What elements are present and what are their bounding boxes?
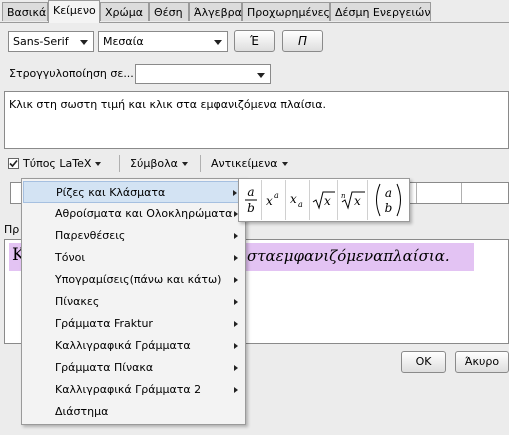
tab-bar: Βασικά Κείμενο Χρώμα Θέση Άλγεβρα Προχωρ… bbox=[0, 0, 509, 23]
latex-toggle[interactable]: Τύπος LaTeX bbox=[23, 156, 102, 172]
svg-text:x: x bbox=[290, 192, 297, 206]
chevron-down-icon bbox=[181, 162, 188, 166]
chevron-down-icon bbox=[80, 40, 88, 45]
toolbar-divider bbox=[200, 155, 201, 172]
submenu-arrow-icon bbox=[234, 299, 238, 305]
menu-item-label: Αθροίσματα και Ολοκληρώματα bbox=[55, 207, 233, 220]
menu-item-space[interactable]: Διάστημα bbox=[23, 401, 244, 423]
font-family-select[interactable]: Sans-Serif bbox=[8, 31, 94, 52]
latex-checkbox[interactable] bbox=[8, 158, 19, 169]
menu-item-label: Καλλιγραφικά Γράμματα 2 bbox=[55, 383, 202, 396]
superscript-symbol: x a bbox=[266, 191, 279, 208]
svg-text:n: n bbox=[341, 192, 346, 200]
objects-label: Αντικείμενα bbox=[211, 157, 278, 170]
menu-item-sums-integrals[interactable]: Αθροίσματα και Ολοκληρώματα bbox=[23, 203, 244, 225]
submenu-arrow-icon bbox=[234, 343, 238, 349]
nthroot-symbol: n x bbox=[341, 191, 365, 210]
subscript-symbol: x a bbox=[290, 192, 303, 209]
menu-item-accents[interactable]: Τόνοι bbox=[23, 247, 244, 269]
submenu-arrow-icon bbox=[234, 387, 238, 393]
menu-item-label: Πίνακες bbox=[55, 295, 100, 308]
svg-text:b: b bbox=[385, 201, 393, 215]
fraction-symbol: a b bbox=[245, 185, 257, 215]
svg-text:b: b bbox=[247, 201, 255, 215]
italic-button[interactable]: Π bbox=[282, 30, 323, 52]
nth-root-x-icon[interactable]: n x bbox=[338, 180, 368, 220]
menu-item-blackboard[interactable]: Γράμματα Πίνακα bbox=[23, 357, 244, 379]
menu-item-underlines[interactable]: Υπογραμίσεις(πάνω και κάτω) bbox=[23, 269, 244, 291]
chevron-down-icon bbox=[214, 40, 222, 45]
menu-item-calligraphic-2[interactable]: Καλλιγραφικά Γράμματα 2 bbox=[23, 379, 244, 401]
symbols-label: Σύμβολα bbox=[130, 157, 178, 170]
menu-item-label: Καλλιγραφικά Γράμματα bbox=[55, 339, 191, 352]
menu-item-label: Διάστημα bbox=[55, 405, 109, 418]
roots-fractions-submenu: a b x a x a x n x a b bbox=[238, 178, 410, 222]
svg-text:a: a bbox=[298, 200, 303, 209]
menu-item-matrices[interactable]: Πίνακες bbox=[23, 291, 244, 313]
binomial-a-b-icon[interactable]: a b bbox=[368, 180, 409, 220]
tab-basic[interactable]: Βασικά bbox=[2, 2, 48, 21]
checkmark-icon bbox=[9, 159, 18, 168]
font-family-value: Sans-Serif bbox=[13, 35, 69, 48]
menu-item-roots-fractions[interactable]: Ρίζες και Κλάσματα bbox=[23, 181, 244, 203]
chevron-down-icon bbox=[95, 162, 102, 166]
input-divider bbox=[416, 183, 417, 203]
input-divider bbox=[461, 183, 462, 203]
menu-item-label: Γράμματα Πίνακα bbox=[55, 361, 154, 374]
submenu-arrow-icon bbox=[234, 255, 238, 261]
submenu-arrow-icon bbox=[234, 277, 238, 283]
menu-item-fraktur[interactable]: Γράμματα Fraktur bbox=[23, 313, 244, 335]
menu-item-label: Παρενθέσεις bbox=[55, 229, 126, 242]
submenu-arrow-icon bbox=[234, 365, 238, 371]
tab-color[interactable]: Χρώμα bbox=[100, 2, 149, 21]
svg-text:a: a bbox=[247, 185, 254, 199]
sqrt-symbol: x bbox=[312, 191, 335, 210]
toolbar-divider bbox=[119, 155, 120, 172]
menu-item-calligraphic[interactable]: Καλλιγραφικά Γράμματα bbox=[23, 335, 244, 357]
symbols-menu: Ρίζες και Κλάσματα Αθροίσματα και Ολοκλη… bbox=[21, 178, 246, 425]
tab-position[interactable]: Θέση bbox=[149, 2, 189, 21]
tab-algebra[interactable]: Άλγεβρα bbox=[189, 2, 242, 21]
preview-text: σταεμφανιζόμεναπλαίσια. bbox=[247, 247, 450, 265]
square-root-x-icon[interactable]: x bbox=[310, 180, 338, 220]
fraction-a-over-b-icon[interactable]: a b bbox=[240, 180, 262, 220]
preview-label: Πρ bbox=[4, 223, 20, 236]
symbols-menu-button[interactable]: Σύμβολα bbox=[130, 156, 188, 172]
tab-advanced[interactable]: Προχωρημένες bbox=[242, 2, 330, 21]
objects-menu-button[interactable]: Αντικείμενα bbox=[211, 156, 288, 172]
tab-text[interactable]: Κείμενο bbox=[48, 0, 100, 23]
x-superscript-a-icon[interactable]: x a bbox=[262, 180, 286, 220]
svg-text:a: a bbox=[385, 186, 392, 200]
menu-item-label: Τόνοι bbox=[55, 251, 86, 264]
svg-text:x: x bbox=[354, 194, 361, 208]
menu-item-parentheses[interactable]: Παρενθέσεις bbox=[23, 225, 244, 247]
rounding-label: Στρογγυλοποίηση σε...: bbox=[9, 67, 138, 80]
font-size-value: Μεσαία bbox=[103, 35, 144, 48]
chevron-down-icon bbox=[281, 162, 288, 166]
rounding-select[interactable] bbox=[135, 64, 271, 84]
text-editor[interactable]: Κλικ στη σωστη τιμή και κλικ στα εμφανιζ… bbox=[4, 91, 509, 149]
svg-text:x: x bbox=[324, 194, 331, 208]
cancel-button[interactable]: Άκυρο bbox=[455, 351, 509, 373]
submenu-arrow-icon bbox=[234, 321, 238, 327]
submenu-arrow-icon bbox=[234, 233, 238, 239]
menu-item-label: Γράμματα Fraktur bbox=[55, 317, 153, 330]
svg-text:x: x bbox=[266, 194, 273, 208]
editor-text: Κλικ στη σωστη τιμή και κλικ στα εμφανιζ… bbox=[9, 98, 326, 111]
bold-button[interactable]: Έ bbox=[234, 30, 275, 52]
x-subscript-a-icon[interactable]: x a bbox=[286, 180, 310, 220]
submenu-arrow-icon bbox=[233, 190, 237, 196]
font-size-select[interactable]: Μεσαία bbox=[98, 31, 228, 52]
chevron-down-icon bbox=[257, 73, 265, 78]
latex-label: Τύπος LaTeX bbox=[23, 157, 92, 170]
ok-button[interactable]: OK bbox=[401, 351, 446, 373]
menu-item-label: Υπογραμίσεις(πάνω και κάτω) bbox=[55, 273, 222, 286]
tab-scripting[interactable]: Δέσμη Ενεργειών bbox=[330, 2, 431, 21]
menu-item-label: Ρίζες και Κλάσματα bbox=[56, 186, 166, 199]
svg-text:a: a bbox=[274, 191, 279, 200]
binomial-symbol: a b bbox=[376, 183, 401, 217]
